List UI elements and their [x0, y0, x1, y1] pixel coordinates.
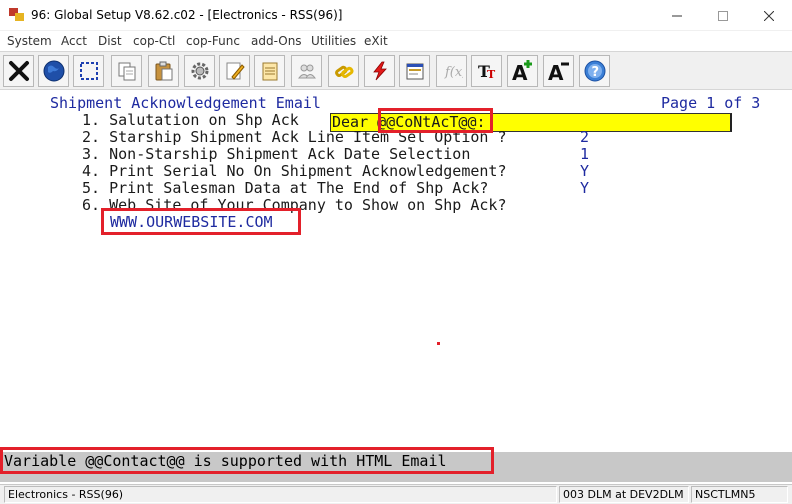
row-4-label: 4. Print Serial No On Shipment Acknowled… [73, 162, 507, 180]
row-6-label: 6. Web Site of Your Company to Show on S… [73, 196, 507, 214]
notepad-icon[interactable] [254, 55, 285, 87]
row-2-label: 2. Starship Shipment Ack Line Item Sel O… [73, 128, 507, 146]
form-icon[interactable] [399, 55, 430, 87]
copy-icon[interactable] [111, 55, 142, 87]
menu-add-ons[interactable]: add-Ons [251, 34, 302, 48]
message-line: Variable @@Contact@@ is supported with H… [0, 452, 792, 482]
minimize-button[interactable] [654, 0, 700, 31]
row-5-label: 5. Print Salesman Data at The End of Shp… [73, 179, 489, 197]
row-5-value[interactable]: Y [580, 180, 589, 197]
chain-link-icon[interactable] [328, 55, 359, 87]
lightning-icon[interactable] [364, 55, 395, 87]
function-icon[interactable]: f(x) [436, 55, 467, 87]
row-1-label: 1. Salutation on Shp Ack [73, 111, 299, 129]
close-button[interactable] [746, 0, 792, 31]
row-3-label: 3. Non-Starship Shipment Ack Date Select… [73, 145, 471, 163]
globe-icon[interactable] [38, 55, 69, 87]
menu-system[interactable]: System [7, 34, 52, 48]
website-value[interactable]: WWW.OURWEBSITE.COM [110, 214, 273, 231]
users-icon[interactable] [291, 55, 322, 87]
select-box-icon[interactable] [73, 55, 104, 87]
status-session: 003 DLM at DEV2DLM [559, 486, 689, 503]
edit-pencil-icon[interactable] [219, 55, 250, 87]
status-company: Electronics - RSS(96) [4, 486, 557, 503]
app-icon [9, 8, 25, 22]
help-text: Variable @@Contact@@ is supported with H… [4, 452, 447, 470]
svg-text:f(x): f(x) [444, 65, 463, 80]
settings-gear-icon[interactable] [184, 55, 215, 87]
title-bar: 96: Global Setup V8.62.c02 - [Electronic… [0, 0, 792, 31]
status-terminal: NSCTLMN5 [691, 486, 788, 503]
row-2-value[interactable]: 2 [580, 129, 589, 146]
window-title: 96: Global Setup V8.62.c02 - [Electronic… [31, 8, 343, 22]
page-indicator: Page 1 of 3 [661, 94, 761, 112]
menu-bar: System Acct Dist cop-Ctl cop-Func add-On… [0, 31, 792, 51]
toolbar: f(x) TT A A ? [0, 51, 792, 90]
svg-text:T: T [487, 68, 496, 81]
menu-utilities[interactable]: Utilities [311, 34, 356, 48]
font-tt-icon[interactable]: TT [471, 55, 502, 87]
font-increase-icon[interactable]: A [507, 55, 538, 87]
paste-icon[interactable] [148, 55, 179, 87]
cursor-dot [437, 342, 440, 345]
row-4-value[interactable]: Y [580, 163, 589, 180]
menu-acct[interactable]: Acct [61, 34, 87, 48]
exit-x-icon[interactable] [3, 55, 34, 87]
menu-exit[interactable]: eXit [364, 34, 388, 48]
svg-text:?: ? [591, 65, 599, 80]
menu-cop-func[interactable]: cop-Func [186, 34, 240, 48]
row-3-value[interactable]: 1 [580, 146, 589, 163]
screen-heading: Shipment Acknowledgement Email [50, 94, 321, 112]
menu-cop-ctl[interactable]: cop-Ctl [133, 34, 175, 48]
menu-dist[interactable]: Dist [98, 34, 122, 48]
help-icon[interactable]: ? [579, 55, 610, 87]
status-bar: Electronics - RSS(96) 003 DLM at DEV2DLM… [0, 484, 792, 504]
terminal-screen: Shipment Acknowledgement Email Page 1 of… [0, 90, 792, 484]
maximize-button[interactable] [700, 0, 746, 31]
font-decrease-icon[interactable]: A [543, 55, 574, 87]
